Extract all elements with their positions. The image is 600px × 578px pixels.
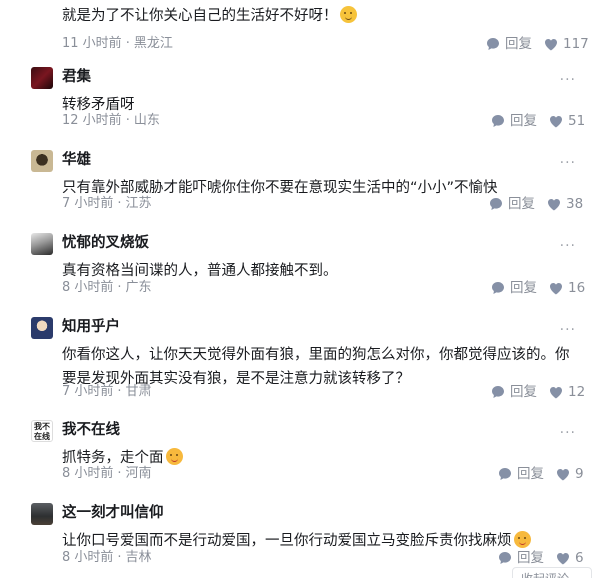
reply-button[interactable]: 回复 xyxy=(491,112,537,130)
like-button[interactable]: 6 xyxy=(556,549,584,567)
like-button[interactable]: 9 xyxy=(556,465,584,483)
reply-icon xyxy=(492,386,504,398)
reply-label: 回复 xyxy=(517,466,544,482)
like-button[interactable]: 12 xyxy=(549,383,585,401)
heart-icon xyxy=(550,386,562,398)
blush-emoji-icon xyxy=(513,531,531,548)
reply-button[interactable]: 回复 xyxy=(486,35,532,53)
reply-button[interactable]: 回复 xyxy=(491,279,537,297)
reply-label: 回复 xyxy=(510,113,537,129)
like-button[interactable]: 51 xyxy=(549,112,585,130)
comment-location: 山东 xyxy=(133,113,160,128)
like-button[interactable]: 16 xyxy=(549,279,585,297)
comment-meta: 7 小时前 · 江苏 xyxy=(62,195,152,213)
comment-content: 就是为了不让你关心自己的生活好不好呀！ xyxy=(62,4,582,28)
comment-location: 甘肃 xyxy=(125,384,152,399)
heart-icon xyxy=(548,198,560,210)
blush-emoji-icon xyxy=(165,448,183,465)
reply-icon xyxy=(492,282,504,294)
like-button[interactable]: 117 xyxy=(544,35,589,53)
more-options-icon[interactable]: ··· xyxy=(560,156,576,170)
meta-separator: · xyxy=(117,280,122,295)
reply-icon xyxy=(490,198,502,210)
comment-location: 江苏 xyxy=(125,196,152,211)
comment-meta: 12 小时前 · 山东 xyxy=(62,112,160,130)
comment-location: 吉林 xyxy=(125,550,152,565)
meta-separator: · xyxy=(117,550,122,565)
heart-icon xyxy=(550,115,562,127)
reply-label: 回复 xyxy=(517,550,544,566)
comment-location: 广东 xyxy=(125,280,152,295)
heart-icon xyxy=(557,468,569,480)
avatar[interactable] xyxy=(31,233,53,255)
avatar[interactable] xyxy=(31,503,53,525)
like-count: 117 xyxy=(563,36,589,52)
comment-author[interactable]: 君集 xyxy=(62,67,91,87)
comment-author[interactable]: 这一刻才叫信仰 xyxy=(62,503,164,523)
comment-meta: 8 小时前 · 河南 xyxy=(62,465,152,483)
heart-icon xyxy=(557,552,569,564)
thinking-emoji-icon xyxy=(339,6,357,23)
reply-button[interactable]: 回复 xyxy=(498,549,544,567)
reply-icon xyxy=(492,115,504,127)
meta-separator: · xyxy=(125,36,130,51)
comment-time: 8 小时前 xyxy=(62,280,114,295)
like-count: 38 xyxy=(566,196,584,212)
like-count: 51 xyxy=(568,113,586,129)
reply-icon xyxy=(499,468,511,480)
more-options-icon[interactable]: ··· xyxy=(560,239,576,253)
meta-separator: · xyxy=(117,466,122,481)
avatar[interactable] xyxy=(31,67,53,89)
reply-label: 回复 xyxy=(505,36,532,52)
meta-separator: · xyxy=(125,113,130,128)
comment-location: 黑龙江 xyxy=(133,36,173,51)
avatar[interactable] xyxy=(31,150,53,172)
reply-label: 回复 xyxy=(508,196,535,212)
meta-separator: · xyxy=(117,384,122,399)
comment-time: 7 小时前 xyxy=(62,196,114,211)
meta-separator: · xyxy=(117,196,122,211)
like-button[interactable]: 38 xyxy=(547,195,583,213)
reply-label: 回复 xyxy=(510,280,537,296)
more-options-icon[interactable]: ··· xyxy=(560,73,576,87)
reply-button[interactable]: 回复 xyxy=(498,465,544,483)
comment-meta: 8 小时前 · 吉林 xyxy=(62,549,152,567)
reply-icon xyxy=(487,38,499,50)
comment-location: 河南 xyxy=(125,466,152,481)
reply-button[interactable]: 回复 xyxy=(491,383,537,401)
like-count: 9 xyxy=(575,466,584,482)
comment-time: 8 小时前 xyxy=(62,550,114,565)
reply-icon xyxy=(499,552,511,564)
like-count: 6 xyxy=(575,550,584,566)
more-options-icon[interactable]: ··· xyxy=(560,426,576,440)
comment-author[interactable]: 忧郁的叉烧饭 xyxy=(62,233,149,253)
comment-author[interactable]: 华雄 xyxy=(62,150,91,170)
comment-time: 8 小时前 xyxy=(62,466,114,481)
comment-time: 12 小时前 xyxy=(62,113,122,128)
comment-meta: 8 小时前 · 广东 xyxy=(62,279,152,297)
more-options-icon[interactable]: ··· xyxy=(560,323,576,337)
like-count: 12 xyxy=(568,384,586,400)
comment-meta: 7 小时前 · 甘肃 xyxy=(62,383,152,401)
comment-time: 7 小时前 xyxy=(62,384,114,399)
heart-icon xyxy=(545,38,557,50)
reply-button[interactable]: 回复 xyxy=(489,195,535,213)
heart-icon xyxy=(550,282,562,294)
comment-feed: 就是为了不让你关心自己的生活好不好呀！ 11 小时前 · 黑龙江 回复 117 君集… xyxy=(0,0,600,578)
avatar[interactable]: 我不在线 xyxy=(31,420,53,442)
reply-label: 回复 xyxy=(510,384,537,400)
comment-time: 11 小时前 xyxy=(62,36,122,51)
comment-author[interactable]: 知用乎户 xyxy=(62,317,120,337)
avatar[interactable] xyxy=(31,317,53,339)
comment-meta: 11 小时前 · 黑龙江 xyxy=(62,35,173,53)
collapse-comments-button[interactable]: 收起评论 xyxy=(512,567,592,578)
like-count: 16 xyxy=(568,280,586,296)
comment-author[interactable]: 我不在线 xyxy=(62,420,120,440)
